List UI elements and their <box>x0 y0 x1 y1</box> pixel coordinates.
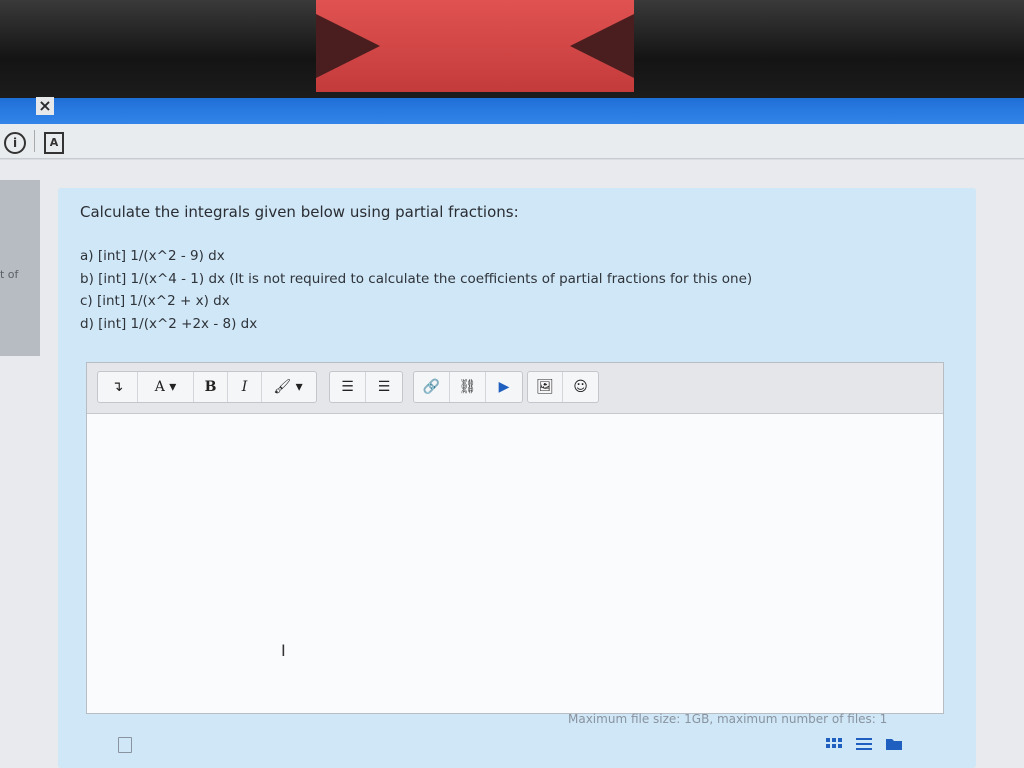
insert-button-group: 🖼 ☺ <box>527 371 599 403</box>
bullet-list-button[interactable]: ☰ <box>330 372 366 402</box>
media-button[interactable]: ▶ <box>486 372 522 402</box>
bezel-left-arrow <box>316 14 380 78</box>
close-icon[interactable]: × <box>36 97 54 115</box>
screen-bezel <box>0 0 1024 98</box>
text-cursor-icon: I <box>281 641 286 660</box>
question-title: Calculate the integrals given below usin… <box>80 203 519 221</box>
file-view-toggle <box>826 738 902 750</box>
format-button-group: ↴ A ▾ B I 🖌 ▾ <box>97 371 317 403</box>
unlink-button[interactable]: ⛓ <box>450 372 486 402</box>
question-item-c: c) [int] 1/(x^2 + x) dx <box>80 293 230 309</box>
max-file-size-note: Maximum file size: 1GB, maximum number o… <box>568 712 888 726</box>
list-view-icon[interactable] <box>856 738 872 750</box>
bold-button[interactable]: B <box>194 372 228 402</box>
file-icon[interactable] <box>118 737 132 753</box>
emoji-button[interactable]: ☺ <box>563 372 598 402</box>
info-icon[interactable]: i <box>4 132 26 154</box>
folder-view-icon[interactable] <box>886 738 902 750</box>
brush-style-button[interactable]: 🖌 ▾ <box>262 372 314 402</box>
answer-editor: ↴ A ▾ B I 🖌 ▾ ☰ ☰ 🔗 ⛓ ▶ 🖼 ☺ I <box>86 362 944 714</box>
question-item-a: a) [int] 1/(x^2 - 9) dx <box>80 248 225 264</box>
link-button[interactable]: 🔗 <box>414 372 450 402</box>
list-button-group: ☰ ☰ <box>329 371 403 403</box>
pdf-icon[interactable]: A <box>44 132 64 154</box>
quiz-toolbar: i A <box>0 124 1024 159</box>
question-item-d: d) [int] 1/(x^2 +2x - 8) dx <box>80 316 258 332</box>
collapse-toolbar-button[interactable]: ↴ <box>98 372 138 402</box>
grid-view-icon[interactable] <box>826 738 842 750</box>
question-nav-label: t of <box>0 268 19 281</box>
toolbar-divider <box>34 130 35 152</box>
font-style-button[interactable]: A ▾ <box>138 372 194 402</box>
bezel-right-arrow <box>570 14 634 78</box>
editor-toolbar: ↴ A ▾ B I 🖌 ▾ ☰ ☰ 🔗 ⛓ ▶ 🖼 ☺ <box>87 363 943 414</box>
italic-button[interactable]: I <box>228 372 262 402</box>
link-button-group: 🔗 ⛓ ▶ <box>413 371 523 403</box>
image-button[interactable]: 🖼 <box>528 372 563 402</box>
answer-text-area[interactable] <box>87 414 943 713</box>
numbered-list-button[interactable]: ☰ <box>366 372 402 402</box>
question-item-b: b) [int] 1/(x^4 - 1) dx (It is not requi… <box>80 271 753 287</box>
